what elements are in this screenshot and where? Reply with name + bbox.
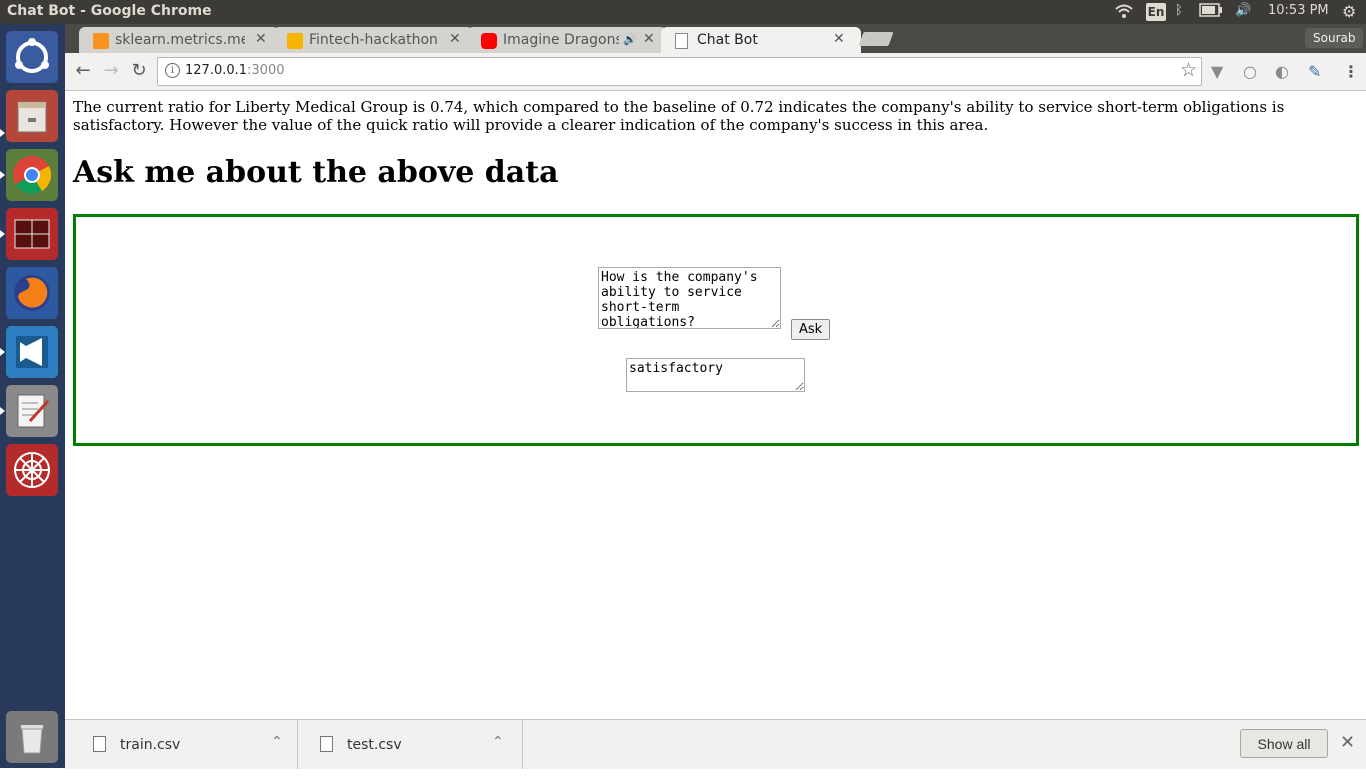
chevron-up-icon[interactable]: ⌃ (492, 734, 504, 750)
volume-icon[interactable]: 🔊 (1235, 3, 1251, 18)
system-top-bar: Chat Bot - Google Chrome En ᛒ 🔊 10:53 PM… (0, 0, 1366, 24)
browser-tab-strip: sklearn.metrics.me ✕ Fintech-hackathon ✕… (65, 24, 1366, 53)
tab-sklearn[interactable]: sklearn.metrics.me ✕ (79, 27, 279, 53)
launcher-network-tool[interactable] (6, 444, 58, 496)
vuejs-devtools-icon[interactable]: ▼ (1211, 62, 1223, 81)
close-icon[interactable]: ✕ (1340, 732, 1355, 753)
bluetooth-icon[interactable]: ᛒ (1175, 3, 1183, 18)
profile-button[interactable]: Sourab (1305, 28, 1364, 48)
slides-favicon-icon (287, 33, 303, 49)
launcher-text-editor[interactable] (6, 385, 58, 437)
file-cabinet-icon (6, 90, 58, 142)
extension-pen-icon[interactable]: ✎ (1308, 62, 1321, 81)
address-bar[interactable]: i 127.0.0.1:3000 ☆ (157, 57, 1202, 86)
launcher-running-indicator (0, 129, 5, 137)
window-title: Chat Bot - Google Chrome (7, 3, 212, 19)
file-icon (93, 736, 106, 752)
launcher-ubuntu-dash[interactable] (6, 31, 58, 83)
page-heading: Ask me about the above data (73, 155, 559, 190)
chevron-up-icon[interactable]: ⌃ (271, 734, 283, 750)
trash-icon (6, 711, 58, 763)
forward-arrow-icon[interactable]: → (99, 60, 123, 82)
extension-circle-icon[interactable]: ○ (1243, 62, 1257, 81)
url-port: :3000 (247, 63, 285, 78)
page-favicon-icon (675, 33, 688, 49)
qa-panel: How is the company's ability to service … (73, 214, 1359, 446)
battery-icon[interactable] (1199, 3, 1223, 21)
file-icon (320, 736, 333, 752)
ask-button[interactable]: Ask (791, 319, 831, 340)
clock[interactable]: 10:53 PM (1268, 3, 1329, 18)
text-editor-icon (6, 385, 58, 437)
close-icon[interactable]: ✕ (449, 31, 461, 47)
launcher-running-indicator (0, 348, 5, 356)
tab-fintech-hackathon[interactable]: Fintech-hackathon ✕ (273, 27, 473, 53)
launcher-chrome[interactable] (6, 149, 58, 201)
tab-imagine-dragons[interactable]: Imagine Dragons 🔊 ✕ (467, 27, 667, 53)
menu-kebab-icon[interactable]: ⋮ (1343, 62, 1359, 81)
launcher-vscode[interactable] (6, 326, 58, 378)
page-content: The current ratio for Liberty Medical Gr… (65, 91, 1366, 719)
answer-output[interactable]: satisfactory (626, 358, 805, 392)
keyboard-language-indicator[interactable]: En (1146, 3, 1166, 21)
bookmark-star-icon[interactable]: ☆ (1180, 59, 1197, 81)
tab-label: Fintech-hackathon (309, 32, 438, 48)
audio-playing-icon[interactable]: 🔊 (623, 33, 637, 46)
settings-icon[interactable]: ⚙ (1342, 2, 1356, 21)
tab-label: Imagine Dragons (503, 32, 619, 48)
show-all-button[interactable]: Show all (1240, 729, 1328, 758)
launcher-terminal[interactable] (6, 208, 58, 260)
url-host: 127.0.0.1 (185, 63, 248, 78)
extension-swirl-icon[interactable]: ◐ (1275, 62, 1289, 81)
downloads-shelf: train.csv ⌃ test.csv ⌃ Show all ✕ (65, 719, 1366, 769)
summary-paragraph: The current ratio for Liberty Medical Gr… (73, 98, 1285, 134)
ubuntu-logo-icon (6, 31, 58, 83)
download-file-name: train.csv (120, 737, 181, 753)
launcher-running-indicator (0, 230, 5, 238)
browser-toolbar: ← → ↻ i 127.0.0.1:3000 ☆ ▼ ○ ◐ ✎ ⋮ (65, 53, 1366, 91)
close-icon[interactable]: ✕ (643, 31, 655, 47)
tab-label: sklearn.metrics.me (115, 32, 245, 48)
terminal-icon (6, 208, 58, 260)
chrome-icon (6, 149, 58, 201)
download-item[interactable]: train.csv ⌃ (71, 720, 298, 769)
launcher-files[interactable] (6, 90, 58, 142)
wifi-icon[interactable] (1114, 3, 1134, 23)
launcher-running-indicator (0, 407, 5, 415)
info-icon[interactable]: i (165, 63, 180, 78)
launcher-running-indicator (0, 171, 5, 179)
close-icon[interactable]: ✕ (833, 31, 845, 47)
new-tab-button[interactable] (858, 32, 894, 46)
back-arrow-icon[interactable]: ← (71, 60, 95, 82)
download-item[interactable]: test.csv ⌃ (298, 720, 523, 769)
firefox-icon (6, 267, 58, 319)
launcher-sidebar (0, 24, 65, 768)
youtube-favicon-icon (481, 33, 497, 49)
question-input[interactable]: How is the company's ability to service … (598, 267, 781, 329)
url-text[interactable]: 127.0.0.1:3000 (185, 63, 285, 78)
sklearn-favicon-icon (93, 33, 109, 49)
launcher-firefox[interactable] (6, 267, 58, 319)
tab-chat-bot[interactable]: Chat Bot ✕ (661, 27, 861, 53)
vscode-icon (6, 326, 58, 378)
spider-web-icon (6, 444, 58, 496)
download-file-name: test.csv (347, 737, 402, 753)
reload-icon[interactable]: ↻ (127, 60, 151, 82)
tab-label: Chat Bot (697, 32, 758, 48)
launcher-trash[interactable] (6, 711, 58, 763)
close-icon[interactable]: ✕ (255, 31, 267, 47)
